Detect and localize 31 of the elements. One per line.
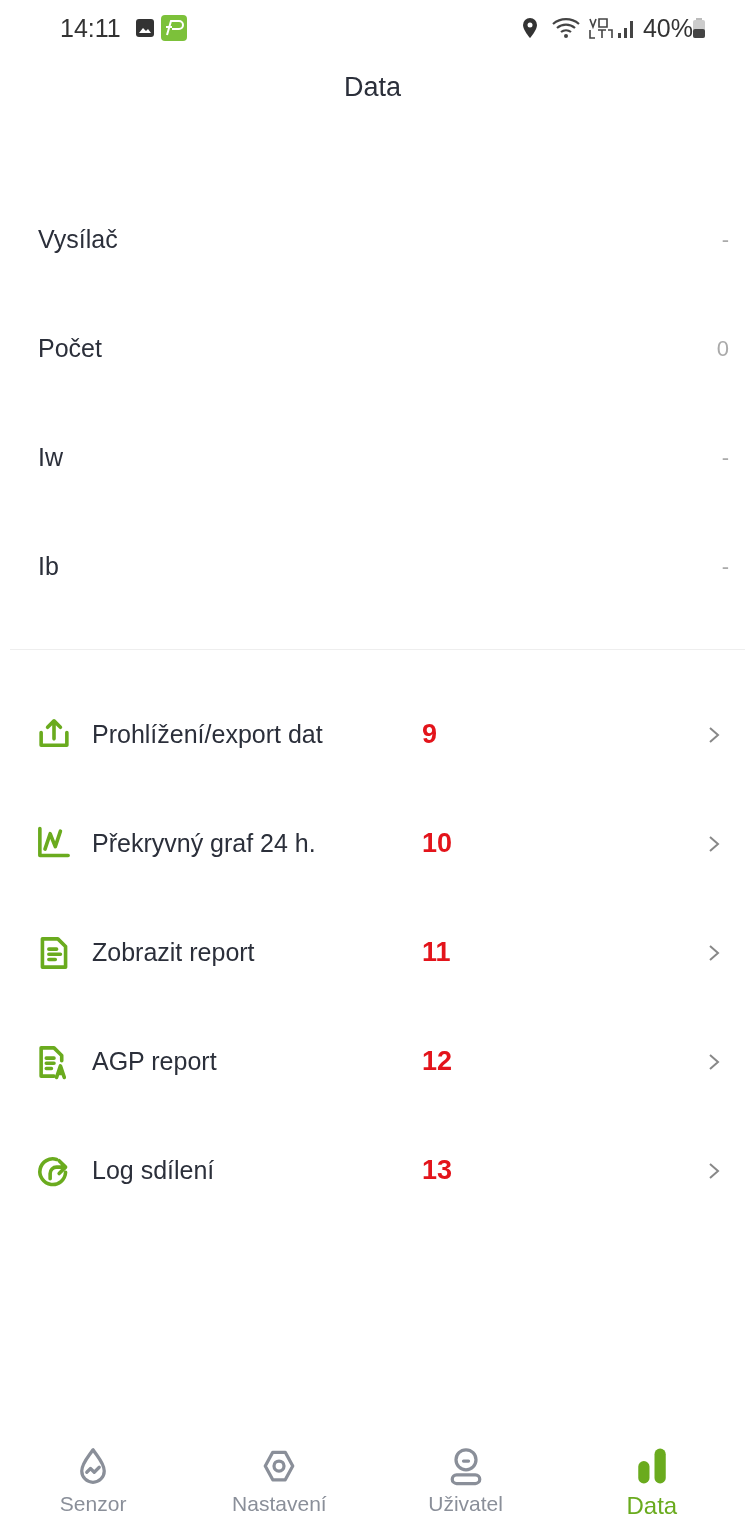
chevron-icon: [707, 1052, 721, 1071]
menu-item[interactable]: AGP report: [92, 1047, 422, 1076]
info-value: -: [721, 444, 729, 471]
location-icon: [520, 17, 539, 39]
chevron-icon: [707, 834, 721, 853]
menu-item[interactable]: Prohlížení/export dat: [92, 720, 422, 749]
chevron-icon: [707, 1161, 721, 1180]
info-value: -: [721, 226, 729, 253]
info-label: Vysílač: [38, 225, 118, 254]
info-value: 0: [716, 335, 729, 362]
annotation-number: 12: [422, 1046, 454, 1077]
info-value: -: [721, 553, 729, 580]
chevron-icon: [707, 725, 721, 744]
menu-item[interactable]: Log sdílení: [92, 1156, 422, 1185]
status-time: 14:11: [60, 13, 121, 43]
menu-item[interactable]: Překryvný graf 24 h.: [92, 829, 422, 858]
annotation-number: 11: [422, 937, 452, 968]
info-label: Počet: [38, 334, 102, 363]
info-label: Ib: [38, 552, 59, 581]
battery-percent: 40%: [642, 13, 693, 43]
screen-title: Data: [343, 71, 401, 104]
annotation-number: 13: [422, 1155, 454, 1186]
annotation-number: 10: [422, 828, 454, 859]
app-icon: [160, 15, 187, 41]
lte-icon: [586, 16, 613, 40]
chevron-icon: [707, 943, 721, 962]
annotation-number: 9: [422, 719, 439, 750]
image-icon: [134, 18, 155, 38]
info-label: Iw: [38, 443, 63, 472]
battery-icon: [693, 18, 705, 38]
menu-item[interactable]: Zobrazit report: [92, 938, 422, 967]
